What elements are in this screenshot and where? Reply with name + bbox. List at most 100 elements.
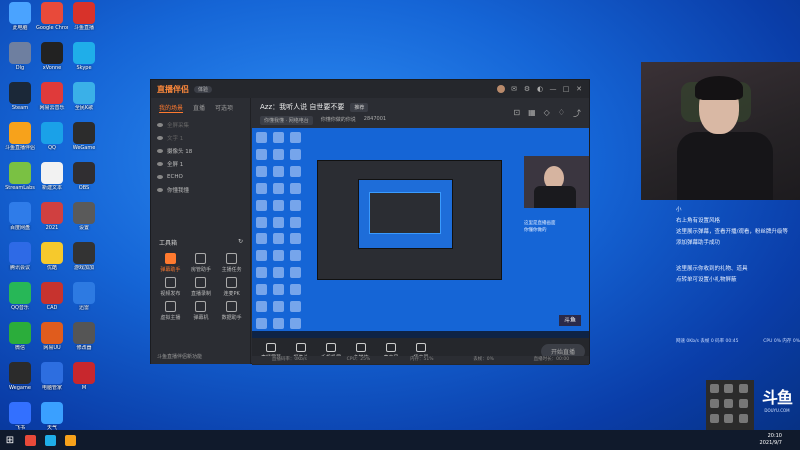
stream-title[interactable]: Azz：我听人说 自世要不要	[260, 102, 344, 112]
maximize-icon[interactable]: □	[562, 85, 570, 93]
tab-live[interactable]: 直播	[193, 103, 205, 113]
clock[interactable]: 20:10 2021/9/7	[760, 433, 782, 447]
source-item[interactable]: 文字 1	[151, 131, 250, 144]
app-icon	[41, 42, 63, 64]
tab-options[interactable]: 可选项	[215, 103, 233, 113]
close-icon[interactable]: ✕	[575, 85, 583, 93]
desktop-icon[interactable]: 微信	[4, 322, 36, 351]
message-icon[interactable]: ✉	[510, 85, 518, 93]
desktop-icon[interactable]: 天气	[36, 402, 68, 431]
tray-popup[interactable]	[706, 380, 754, 430]
eye-icon[interactable]	[157, 174, 163, 179]
desktop-icon[interactable]: 网易UU	[36, 322, 68, 351]
stats-right: CPU 0% 内存 0%	[763, 339, 800, 344]
minimize-icon[interactable]: —	[549, 85, 557, 93]
source-item[interactable]: 全屏 1	[151, 157, 250, 170]
taskbar-app-icon[interactable]	[40, 430, 60, 450]
tray-icon[interactable]	[738, 384, 748, 393]
desktop-icon[interactable]: 2021	[36, 202, 68, 231]
desktop-icon[interactable]: 优酷	[36, 242, 68, 271]
eye-icon[interactable]	[157, 148, 163, 153]
refresh-icon[interactable]: ↻	[238, 238, 243, 247]
tool-grid: 弹幕助手 房管助手 主播任务视频发布 直播录制 连麦PK 虚拟主播 弹幕机 数据助手	[151, 247, 251, 327]
desktop-icon[interactable]: 腾讯会议	[4, 242, 36, 271]
desktop-icon[interactable]: Dlg	[4, 42, 36, 71]
layout-icon[interactable]: ▦	[528, 108, 536, 119]
share-icon[interactable]: ⤴	[573, 108, 581, 119]
desktop-icon[interactable]: CAD	[36, 282, 68, 311]
tool-button[interactable]: 连麦PK	[216, 277, 247, 297]
stream-preview[interactable]: 这里是直播画面 你懂你做的 斗鱼	[252, 128, 589, 338]
tray-icon[interactable]	[710, 384, 719, 393]
desktop-icon[interactable]: 修改器	[68, 322, 100, 351]
tray-icon[interactable]	[710, 414, 719, 423]
skin-icon[interactable]: ◐	[536, 85, 544, 93]
gift-icon[interactable]: ◇	[544, 108, 550, 119]
tray-icon[interactable]	[724, 399, 734, 408]
bottom-tip[interactable]: 斗鱼直播伴侣新功能	[157, 353, 202, 360]
start-button[interactable]: ⊞	[0, 430, 20, 450]
desktop-icon[interactable]: 此电脑	[4, 2, 36, 31]
tray-icon[interactable]	[710, 399, 719, 408]
source-item[interactable]: 你懂我懂	[151, 183, 250, 196]
source-item[interactable]: 全屏采集	[151, 118, 250, 131]
tool-button[interactable]: 主播任务	[216, 253, 247, 273]
preview-desktop-icons	[256, 132, 304, 332]
desktop-icon[interactable]: 设置	[68, 202, 100, 231]
tool-button[interactable]: 直播录制	[186, 277, 217, 297]
desktop-icon[interactable]: QQ音乐	[4, 282, 36, 311]
tray-icon[interactable]	[724, 414, 734, 423]
app-icon	[73, 282, 95, 304]
room-label[interactable]: 你懂我懂 · 网络电台	[260, 116, 313, 125]
avatar[interactable]	[497, 85, 505, 93]
desktop-icon[interactable]: WeGame	[68, 122, 100, 151]
bell-icon[interactable]: ♢	[558, 108, 565, 119]
tool-button[interactable]: 弹幕机	[186, 301, 217, 321]
eye-icon[interactable]	[157, 135, 163, 140]
tab-scenes[interactable]: 我的场景	[159, 103, 184, 113]
tool-button[interactable]: 数据助手	[216, 301, 247, 321]
desktop-icon[interactable]: 百度网盘	[4, 202, 36, 231]
desktop-icon[interactable]: 飞书	[4, 402, 36, 431]
tool-button[interactable]: 房管助手	[186, 253, 217, 273]
tool-button[interactable]: 视频发布	[155, 277, 186, 297]
streaming-app-window[interactable]: 直播伴侣 体验 ✉ ⚙ ◐ — □ ✕ 我的场景 直播 可选项 全屏采集 文字 …	[150, 79, 590, 365]
desktop-icon[interactable]: 新建文本	[36, 162, 68, 191]
desktop-icon[interactable]: xVonne	[36, 42, 68, 71]
desktop-icon[interactable]: OBS	[68, 162, 100, 191]
desktop-icon[interactable]: Steam	[4, 82, 36, 111]
lock-icon[interactable]: ⊡	[513, 108, 520, 119]
source-item[interactable]: 摄像头 18	[151, 144, 250, 157]
desktop-icon[interactable]: Google Chrome	[36, 2, 68, 31]
desktop-icon[interactable]: 斗鱼直播	[68, 2, 100, 31]
tray-icon[interactable]	[738, 399, 748, 408]
desktop-icon[interactable]: Wegame	[4, 362, 36, 391]
desktop-icon[interactable]: 游戏加加	[68, 242, 100, 271]
desktop-icon[interactable]: 电脑管家	[36, 362, 68, 391]
control-icon	[416, 342, 426, 352]
mini-icon	[273, 182, 284, 194]
taskbar-app-icon[interactable]	[20, 430, 40, 450]
mini-icon	[290, 233, 301, 245]
desktop-icon[interactable]: Skype	[68, 42, 100, 71]
tool-button[interactable]: 虚拟主播	[155, 301, 186, 321]
desktop-icon[interactable]: 网易云音乐	[36, 82, 68, 111]
settings-icon[interactable]: ⚙	[523, 85, 531, 93]
stream-tag[interactable]: 推荐	[350, 102, 369, 112]
mini-icon	[290, 165, 301, 177]
desktop-icon[interactable]: 迅雷	[68, 282, 100, 311]
eye-icon[interactable]	[157, 187, 163, 192]
desktop-icon[interactable]: QQ	[36, 122, 68, 151]
tool-button[interactable]: 弹幕助手	[155, 253, 186, 273]
mini-icon	[273, 132, 284, 143]
eye-icon[interactable]	[157, 161, 163, 166]
taskbar-app-icon[interactable]	[60, 430, 80, 450]
desktop-icon[interactable]: 斗鱼直播伴侣	[4, 122, 36, 151]
source-item[interactable]: ECHO	[151, 170, 250, 183]
tray-icon[interactable]	[738, 414, 748, 423]
desktop-icon[interactable]: StreamLabs	[4, 162, 36, 191]
desktop-icon[interactable]: 全民K歌	[68, 82, 100, 111]
tray-icon[interactable]	[724, 384, 734, 393]
desktop-icon[interactable]: M	[68, 362, 100, 391]
eye-icon[interactable]	[157, 122, 163, 127]
